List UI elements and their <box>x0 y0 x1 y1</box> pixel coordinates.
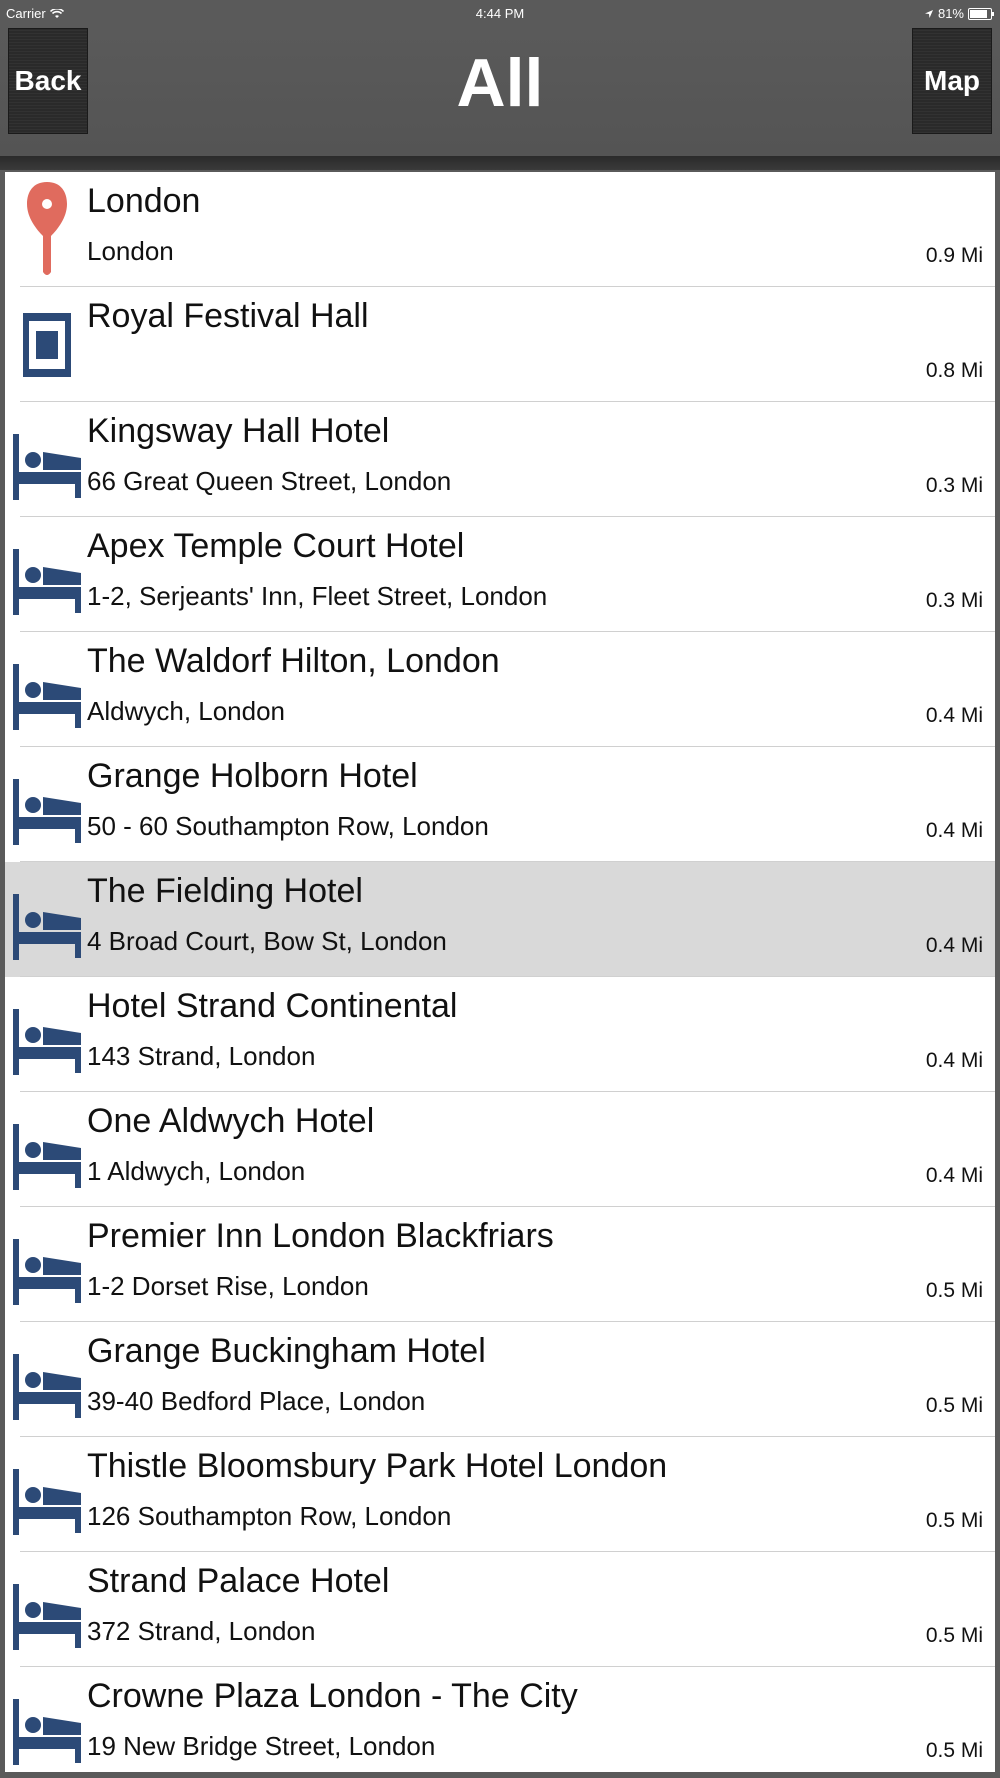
item-name: Premier Inn London Blackfriars <box>87 1217 554 1255</box>
item-name: Thistle Bloomsbury Park Hotel London <box>87 1447 668 1485</box>
item-name: The Waldorf Hilton, London <box>87 642 500 680</box>
status-right: 81% <box>924 6 994 21</box>
bed-icon <box>9 1445 85 1545</box>
item-name: London <box>87 182 201 220</box>
item-address: 1-2, Serjeants' Inn, Fleet Street, Londo… <box>87 581 548 611</box>
item-name: One Aldwych Hotel <box>87 1102 375 1140</box>
item-distance: 0.8 Mi <box>925 359 983 382</box>
item-address: 4 Broad Court, Bow St, London <box>87 926 447 956</box>
item-distance: 0.5 Mi <box>925 1394 983 1417</box>
page-title: All <box>456 45 544 121</box>
item-address: Aldwych, London <box>87 696 286 726</box>
bed-icon <box>9 1100 85 1200</box>
item-distance: 0.4 Mi <box>925 1049 983 1072</box>
item-name: Hotel Strand Continental <box>87 987 458 1025</box>
item-name: Strand Palace Hotel <box>87 1562 390 1600</box>
list-item[interactable]: Kingsway Hall Hotel 66 Great Queen Stree… <box>5 402 995 517</box>
bed-icon <box>9 1215 85 1315</box>
item-distance: 0.4 Mi <box>925 704 983 727</box>
item-name: Kingsway Hall Hotel <box>87 412 390 450</box>
list-item[interactable]: The Fielding Hotel 4 Broad Court, Bow St… <box>5 862 995 977</box>
battery-percent: 81% <box>937 6 964 21</box>
bed-icon <box>9 410 85 510</box>
item-distance: 0.5 Mi <box>925 1739 983 1762</box>
map-button[interactable]: Map <box>912 28 992 134</box>
item-distance: 0.4 Mi <box>925 819 983 842</box>
list-item[interactable]: Apex Temple Court Hotel 1-2, Serjeants' … <box>5 517 995 632</box>
item-address: 1 Aldwych, London <box>87 1156 306 1186</box>
bed-icon <box>9 985 85 1085</box>
item-distance: 0.5 Mi <box>925 1509 983 1532</box>
item-name: Royal Festival Hall <box>87 297 369 335</box>
status-bar: Carrier 4:44 PM 81% <box>0 0 1000 28</box>
list-item[interactable]: One Aldwych Hotel 1 Aldwych, London 0.4 … <box>5 1092 995 1207</box>
nav-bar: Back All Map <box>0 28 1000 156</box>
item-name: Crowne Plaza London - The City <box>87 1677 578 1715</box>
bed-icon <box>9 525 85 625</box>
list-item[interactable]: Grange Buckingham Hotel 39-40 Bedford Pl… <box>5 1322 995 1437</box>
item-distance: 0.3 Mi <box>925 474 983 497</box>
list-item[interactable]: London London 0.9 Mi <box>5 172 995 287</box>
item-name: Grange Buckingham Hotel <box>87 1332 486 1370</box>
item-name: Grange Holborn Hotel <box>87 757 418 795</box>
item-name: Apex Temple Court Hotel <box>87 527 465 565</box>
item-address: 372 Strand, London <box>87 1616 316 1646</box>
item-address: 126 Southampton Row, London <box>87 1501 452 1531</box>
bed-icon <box>9 870 85 970</box>
bed-icon <box>9 1330 85 1430</box>
list-item[interactable]: Grange Holborn Hotel 50 - 60 Southampton… <box>5 747 995 862</box>
item-address: 19 New Bridge Street, London <box>87 1731 436 1761</box>
item-address: 50 - 60 Southampton Row, London <box>87 811 489 841</box>
list-item[interactable]: Crowne Plaza London - The City 19 New Br… <box>5 1667 995 1772</box>
item-distance: 0.4 Mi <box>925 1164 983 1187</box>
item-address: 66 Great Queen Street, London <box>87 466 452 496</box>
pin-icon <box>9 180 85 280</box>
item-distance: 0.5 Mi <box>925 1279 983 1302</box>
item-distance: 0.4 Mi <box>925 934 983 957</box>
list-item[interactable]: Strand Palace Hotel 372 Strand, London 0… <box>5 1552 995 1667</box>
item-address: 39-40 Bedford Place, London <box>87 1386 426 1416</box>
results-list[interactable]: London London 0.9 Mi Royal Festival Hall… <box>5 172 995 1772</box>
list-item[interactable]: Royal Festival Hall 0.8 Mi <box>5 287 995 402</box>
battery-icon <box>968 7 994 20</box>
venue-icon <box>9 295 85 395</box>
item-address: 1-2 Dorset Rise, London <box>87 1271 369 1301</box>
item-name: The Fielding Hotel <box>87 872 363 910</box>
item-distance: 0.9 Mi <box>925 244 983 267</box>
clock: 4:44 PM <box>475 6 525 21</box>
bed-icon <box>9 1675 85 1772</box>
location-arrow-icon <box>924 9 933 18</box>
list-item[interactable]: Premier Inn London Blackfriars 1-2 Dorse… <box>5 1207 995 1322</box>
item-distance: 0.5 Mi <box>925 1624 983 1647</box>
item-address: London <box>87 236 174 266</box>
list-item[interactable]: Hotel Strand Continental 143 Strand, Lon… <box>5 977 995 1092</box>
list-item[interactable]: The Waldorf Hilton, London Aldwych, Lond… <box>5 632 995 747</box>
list-item[interactable]: Thistle Bloomsbury Park Hotel London 126… <box>5 1437 995 1552</box>
item-address: 143 Strand, London <box>87 1041 316 1071</box>
bed-icon <box>9 755 85 855</box>
item-distance: 0.3 Mi <box>925 589 983 612</box>
bed-icon <box>9 640 85 740</box>
bed-icon <box>9 1560 85 1660</box>
nav-divider <box>0 156 1000 170</box>
